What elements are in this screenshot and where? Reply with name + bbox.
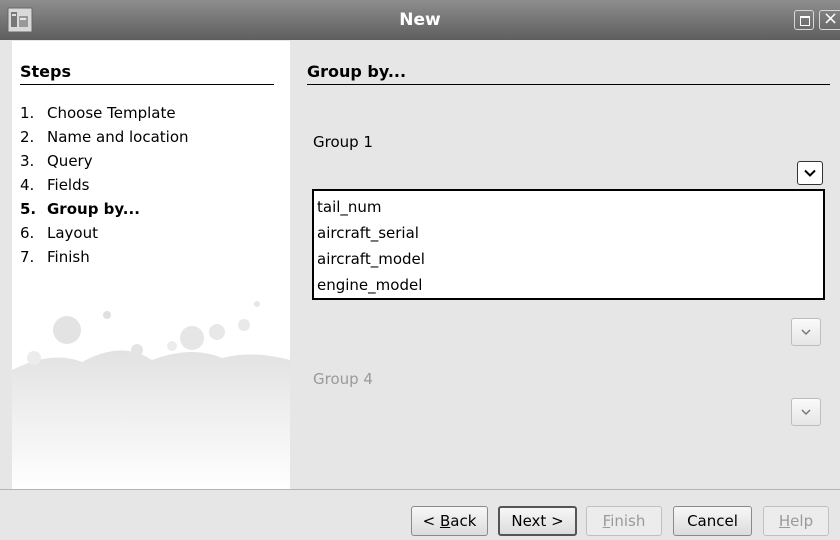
steps-title: Steps xyxy=(20,62,71,81)
steps-list: 1. Choose Template 2. Name and location 3.… xyxy=(20,103,189,271)
group4-label: Group 4 xyxy=(313,370,373,388)
steps-divider xyxy=(20,84,274,85)
dropdown-option[interactable]: engine_model xyxy=(314,272,823,298)
window-title: New xyxy=(399,10,441,30)
finish-button[interactable]: Finish xyxy=(586,506,662,536)
dropdown-option[interactable]: tail_num xyxy=(314,194,823,220)
title-bar: New xyxy=(0,0,840,40)
chevron-down-icon xyxy=(801,409,811,416)
maximize-button[interactable] xyxy=(794,10,814,30)
step-item-current: 5. Group by... xyxy=(20,200,140,218)
step-item: 6. Layout xyxy=(20,224,98,242)
back-button[interactable]: < Back xyxy=(411,506,488,536)
footer-divider xyxy=(0,489,840,490)
dropdown-option[interactable]: aircraft_model xyxy=(314,246,823,272)
close-button[interactable] xyxy=(819,8,840,30)
step-item: 4. Fields xyxy=(20,176,90,194)
group1-label: Group 1 xyxy=(313,133,373,151)
chevron-down-icon xyxy=(801,329,811,336)
chevron-down-icon xyxy=(804,169,816,177)
page-title: Group by... xyxy=(307,62,407,81)
group1-combo-button[interactable] xyxy=(797,161,823,185)
wizard-window: New Steps 1.Choose Template 2 xyxy=(0,0,840,540)
group1-dropdown-list[interactable]: tail_num aircraft_serial aircraft_model … xyxy=(312,189,825,300)
next-button[interactable]: Next > xyxy=(498,506,577,536)
dropdown-option[interactable]: aircraft_serial xyxy=(314,220,823,246)
step-item: 2. Name and location xyxy=(20,128,189,146)
step-item: 3. Query xyxy=(20,152,93,170)
group3-combo-button[interactable] xyxy=(791,318,821,346)
page-title-divider xyxy=(307,84,830,85)
decorative-bubbles xyxy=(12,301,290,489)
cancel-button[interactable]: Cancel xyxy=(673,506,752,536)
group4-combo-button[interactable] xyxy=(791,398,821,426)
help-button[interactable]: Help xyxy=(763,506,829,536)
step-item: 7. Finish xyxy=(20,248,90,266)
step-item: 1. Choose Template xyxy=(20,104,176,122)
